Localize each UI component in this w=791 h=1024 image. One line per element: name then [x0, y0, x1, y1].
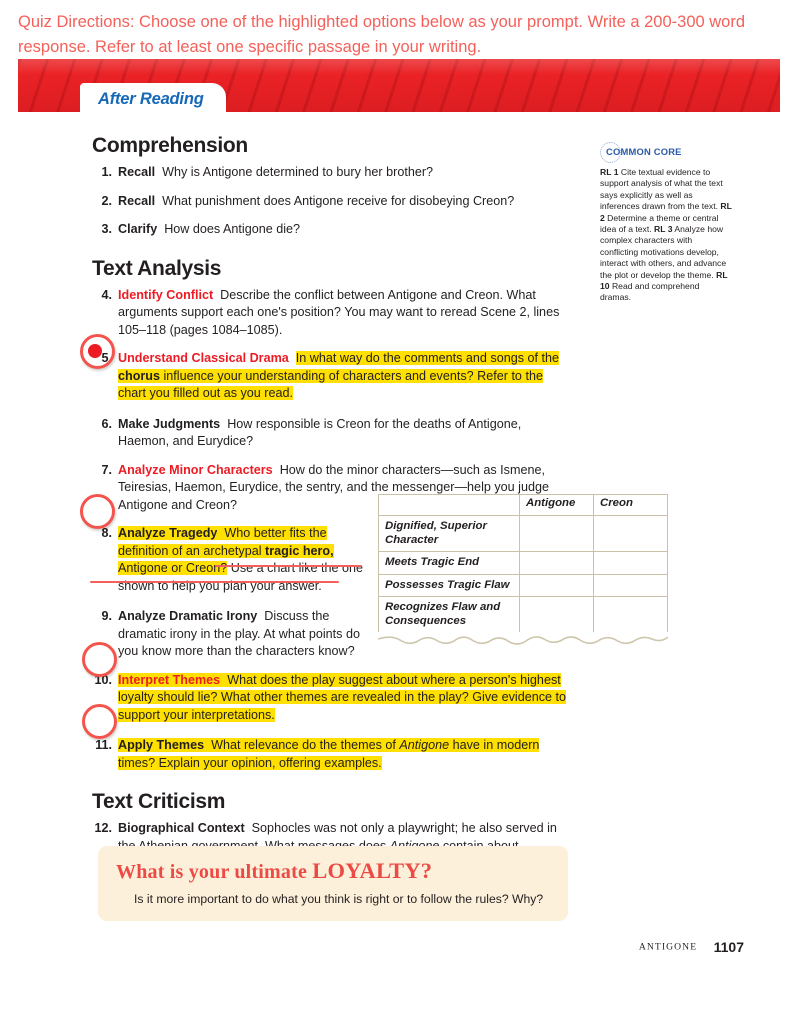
chart-column-antigone: Antigone	[519, 494, 594, 516]
question-label: Make Judgments	[118, 416, 221, 431]
question-label: Apply Themes	[118, 738, 205, 752]
loyalty-keyword: LOYALTY?	[312, 858, 433, 883]
chart-criterion: Possesses Tragic Flaw	[378, 573, 520, 597]
question-3: 3. Clarify How does Antigone die?	[92, 221, 572, 239]
chart-table: Antigone Creon Dignified, Superior Chara…	[378, 494, 668, 633]
question-label: Recall	[118, 165, 156, 179]
annotation-dot-q5	[88, 344, 102, 358]
chart-cell-creon[interactable]	[593, 596, 668, 633]
question-number: 11.	[95, 738, 112, 752]
question-number: 8.	[101, 526, 112, 540]
loyalty-heading: What is your ultimate LOYALTY?	[116, 858, 433, 883]
annotation-circle-q8	[80, 494, 115, 529]
standard-code: RL 1	[600, 167, 619, 177]
chart-column-creon: Creon	[593, 494, 668, 516]
chart-cell-creon[interactable]	[593, 515, 668, 552]
chart-criterion: Dignified, Superior Character	[378, 515, 520, 552]
loyalty-callout-box: What is your ultimate LOYALTY? Is it mor…	[98, 846, 568, 921]
bold-term: chorus	[118, 368, 160, 383]
chart-criterion: Meets Tragic End	[378, 551, 520, 575]
standard-text: Read and comprehend dramas.	[600, 281, 700, 303]
question-text: Why is Antigone determined to bury her b…	[162, 165, 434, 179]
standard-code: RL 3	[654, 224, 673, 235]
question-9: 9. Analyze Dramatic Irony Discuss the dr…	[92, 608, 364, 661]
question-2: 2. Recall What punishment does Antigone …	[92, 193, 572, 211]
table-row: Dignified, Superior Character	[378, 515, 668, 552]
annotation-circle-q11	[82, 704, 117, 739]
standard-text: Cite textual evidence to support analysi…	[600, 167, 723, 212]
chart-corner-cell	[378, 494, 520, 516]
chart-cell-antigone[interactable]	[519, 515, 594, 552]
question-text: What punishment does Antigone receive fo…	[162, 193, 515, 208]
question-number: 2.	[101, 193, 112, 208]
question-label: Interpret Themes	[118, 672, 221, 687]
chart-cell-antigone[interactable]	[519, 596, 594, 633]
question-number: 3.	[101, 222, 112, 236]
question-5: 5. Understand Classical Drama In what wa…	[92, 350, 572, 403]
table-row: Meets Tragic End	[378, 551, 668, 575]
question-4: 4. Identify Conflict Describe the confli…	[92, 287, 572, 340]
question-label: Understand Classical Drama	[118, 351, 289, 365]
footer-page-number: 1107	[713, 938, 744, 955]
question-8: 8. Analyze Tragedy Who better fits the d…	[90, 525, 364, 595]
loyalty-prompt: Is it more important to do what you thin…	[134, 892, 544, 906]
chart-criterion: Recognizes Flaw and Consequences	[378, 596, 520, 633]
italic-title: Antigone	[399, 738, 450, 752]
table-row: Recognizes Flaw and Consequences	[378, 596, 668, 633]
chart-cell-antigone[interactable]	[519, 551, 594, 575]
badge-label: COMMON CORE	[606, 146, 682, 157]
torn-paper-edge	[378, 632, 668, 648]
tragic-hero-chart: Antigone Creon Dignified, Superior Chara…	[378, 494, 668, 648]
annotation-circle-q10	[82, 642, 117, 677]
question-label: Identify Conflict	[118, 287, 214, 302]
comprehension-heading: Comprehension	[92, 134, 248, 157]
question-6: 6. Make Judgments How responsible is Cre…	[92, 416, 572, 451]
question-number: 1.	[101, 165, 112, 179]
bold-term: tragic hero,	[265, 543, 334, 558]
question-label: Analyze Dramatic Irony	[118, 609, 258, 623]
question-label: Analyze Tragedy	[118, 526, 218, 540]
question-text: How does Antigone die?	[164, 222, 301, 236]
chart-cell-antigone[interactable]	[519, 573, 594, 597]
chart-cell-creon[interactable]	[593, 573, 668, 597]
common-core-sidebar: COMMON CORE RL 1 Cite textual evidence t…	[600, 142, 732, 304]
standards-text: RL 1 Cite textual evidence to support an…	[600, 167, 732, 304]
comprehension-question-list: 1. Recall Why is Antigone determined to …	[92, 164, 572, 239]
text-analysis-heading: Text Analysis	[92, 256, 222, 280]
question-number: 6.	[101, 416, 112, 431]
footer-book-title: ANTIGONE	[638, 941, 698, 953]
text-criticism-heading: Text Criticism	[92, 790, 226, 813]
common-core-badge: COMMON CORE	[600, 142, 732, 163]
table-row: Possesses Tragic Flaw	[378, 573, 668, 597]
question-label: Analyze Minor Characters	[118, 462, 273, 477]
after-reading-tab: After Reading	[80, 83, 226, 112]
question-number: 4.	[101, 287, 112, 302]
table-header-row: Antigone Creon	[378, 494, 668, 516]
quiz-directions: Quiz Directions: Choose one of the highl…	[18, 13, 746, 56]
page-footer: ANTIGONE 1107	[0, 938, 744, 956]
question-1: 1. Recall Why is Antigone determined to …	[92, 164, 572, 182]
question-label: Recall	[118, 193, 156, 208]
question-label: Clarify	[118, 222, 158, 236]
question-11: 11. Apply Themes What relevance do the t…	[92, 737, 572, 772]
question-label: Biographical Context	[118, 821, 245, 835]
chart-cell-creon[interactable]	[593, 551, 668, 575]
question-10: 10. Interpret Themes What does the play …	[92, 672, 572, 725]
